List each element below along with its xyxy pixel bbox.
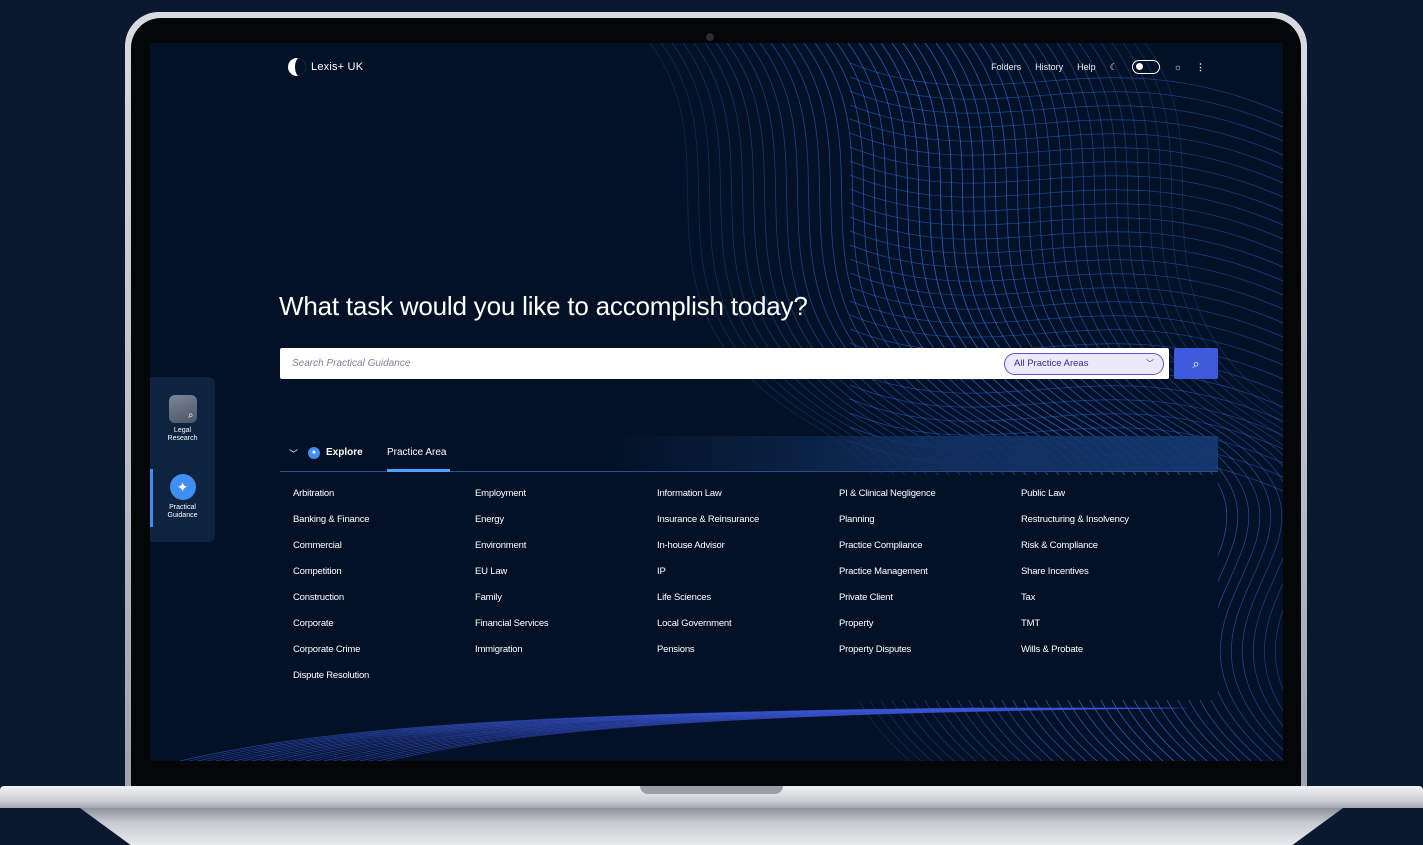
rail-item-practical-guidance[interactable]: ✦ Practical Guidance: [150, 474, 215, 520]
practice-area-link[interactable]: Local Government: [657, 618, 839, 644]
practice-area-link[interactable]: Planning: [839, 514, 1021, 540]
practice-area-link[interactable]: Information Law: [657, 488, 839, 514]
rail-label-line: Research: [167, 435, 198, 442]
practice-area-link[interactable]: Restructuring & Insolvency: [1021, 514, 1203, 540]
moon-icon: ☾: [1109, 61, 1118, 72]
practice-area-link[interactable]: TMT: [1021, 618, 1203, 644]
practice-area-select[interactable]: All Practice Areas ﹀: [1004, 352, 1164, 375]
wave-line: [849, 146, 1283, 198]
practice-area-link[interactable]: Risk & Compliance: [1021, 540, 1203, 566]
practice-area-select-value: All Practice Areas: [1014, 358, 1089, 369]
more-menu-icon[interactable]: ⋮: [1196, 62, 1205, 73]
practice-area-link: [475, 670, 657, 696]
practice-area-link[interactable]: Public Law: [1021, 488, 1203, 514]
top-nav: Folders History Help ☾ ☼ ⋮: [991, 60, 1205, 74]
practice-area-grid: Arbitration Banking & Finance Commercial Co…: [293, 488, 1203, 696]
practice-area-link[interactable]: Environment: [475, 540, 657, 566]
laptop-notch: [640, 786, 783, 794]
practice-area-link[interactable]: EU Law: [475, 566, 657, 592]
rail-label-line: Guidance: [167, 512, 198, 519]
wave-line: [849, 230, 1283, 282]
practice-area-link[interactable]: IP: [657, 566, 839, 592]
practice-area-link[interactable]: Practice Compliance: [839, 540, 1021, 566]
practice-area-link[interactable]: Dispute Resolution: [293, 670, 475, 696]
chevron-down-icon: ﹀: [1146, 359, 1154, 368]
practice-area-link[interactable]: Corporate: [293, 618, 475, 644]
practice-area-link[interactable]: Pensions: [657, 644, 839, 670]
practice-area-link[interactable]: Private Client: [839, 592, 1021, 618]
practice-area-link[interactable]: In-house Advisor: [657, 540, 839, 566]
practice-area-link[interactable]: Life Sciences: [657, 592, 839, 618]
collapse-chevron-icon[interactable]: ﹀: [289, 447, 298, 460]
practice-area-link: [657, 670, 839, 696]
nav-history[interactable]: History: [1035, 62, 1063, 72]
nav-help[interactable]: Help: [1077, 62, 1096, 72]
explore-bar: ﹀ ✦ Explore Practice Area: [280, 436, 1218, 472]
practice-area-link[interactable]: Arbitration: [293, 488, 475, 514]
rail-label-line: Legal: [173, 427, 192, 434]
lexis-logo-icon: [288, 58, 306, 76]
left-rail: Legal Research ✦ Practical Guidance: [150, 377, 215, 542]
practice-area-link: [839, 670, 1021, 696]
practice-area-link[interactable]: Commercial: [293, 540, 475, 566]
practice-area-link[interactable]: Share Incentives: [1021, 566, 1203, 592]
practice-area-link[interactable]: Employment: [475, 488, 657, 514]
practice-area-link[interactable]: Energy: [475, 514, 657, 540]
search-button[interactable]: ⌕: [1174, 348, 1218, 379]
wave-line: [849, 188, 1283, 240]
practice-area-link[interactable]: Construction: [293, 592, 475, 618]
laptop-base: [0, 786, 1423, 845]
wave-line: [849, 202, 1283, 254]
camera-icon: [706, 33, 714, 41]
wave-line: [849, 160, 1283, 212]
rail-label-line: Practical: [169, 504, 196, 511]
theme-toggle[interactable]: [1131, 60, 1160, 74]
nav-folders[interactable]: Folders: [991, 62, 1021, 72]
tab-practice-area[interactable]: Practice Area: [387, 447, 446, 458]
logo-text: Lexis+ UK: [311, 61, 364, 73]
wave-line: [849, 216, 1283, 268]
explore-label[interactable]: Explore: [326, 447, 363, 458]
practice-area-link[interactable]: Competition: [293, 566, 475, 592]
practice-area-link[interactable]: Insurance & Reinsurance: [657, 514, 839, 540]
practice-area-link[interactable]: Banking & Finance: [293, 514, 475, 540]
practice-area-link[interactable]: Tax: [1021, 592, 1203, 618]
search-input[interactable]: [280, 348, 1004, 379]
rail-label: Practical Guidance: [150, 504, 215, 520]
logo[interactable]: Lexis+ UK: [288, 58, 363, 76]
practice-area-link[interactable]: Wills & Probate: [1021, 644, 1203, 670]
wave-line: [849, 286, 1283, 338]
practice-area-link[interactable]: Family: [475, 592, 657, 618]
page-title: What task would you like to accomplish t…: [279, 291, 808, 321]
practice-area-link[interactable]: Property Disputes: [839, 644, 1021, 670]
wave-line: [849, 132, 1283, 184]
practice-area-link: [1021, 670, 1203, 696]
screen: Lexis+ UK Folders History Help ☾ ☼ ⋮ Leg…: [150, 43, 1283, 761]
rail-item-legal-research[interactable]: Legal Research: [150, 395, 215, 443]
practice-area-link[interactable]: Practice Management: [839, 566, 1021, 592]
rail-label: Legal Research: [150, 427, 215, 443]
compass-star-icon: ✦: [169, 474, 196, 500]
laptop-base-bottom: [80, 808, 1343, 845]
sun-icon: ☼: [1173, 62, 1182, 72]
practice-area-link[interactable]: Immigration: [475, 644, 657, 670]
practice-area-link[interactable]: Financial Services: [475, 618, 657, 644]
wave-line: [849, 174, 1283, 226]
tab-active-underline: [387, 469, 450, 472]
search-bar: All Practice Areas ﹀: [280, 348, 1169, 379]
search-icon: ⌕: [1192, 356, 1200, 371]
practice-area-link[interactable]: PI & Clinical Negligence: [839, 488, 1021, 514]
legal-research-icon: [168, 395, 197, 423]
practice-area-link[interactable]: Corporate Crime: [293, 644, 475, 670]
practice-area-link[interactable]: Property: [839, 618, 1021, 644]
explore-icon: ✦: [308, 447, 320, 459]
